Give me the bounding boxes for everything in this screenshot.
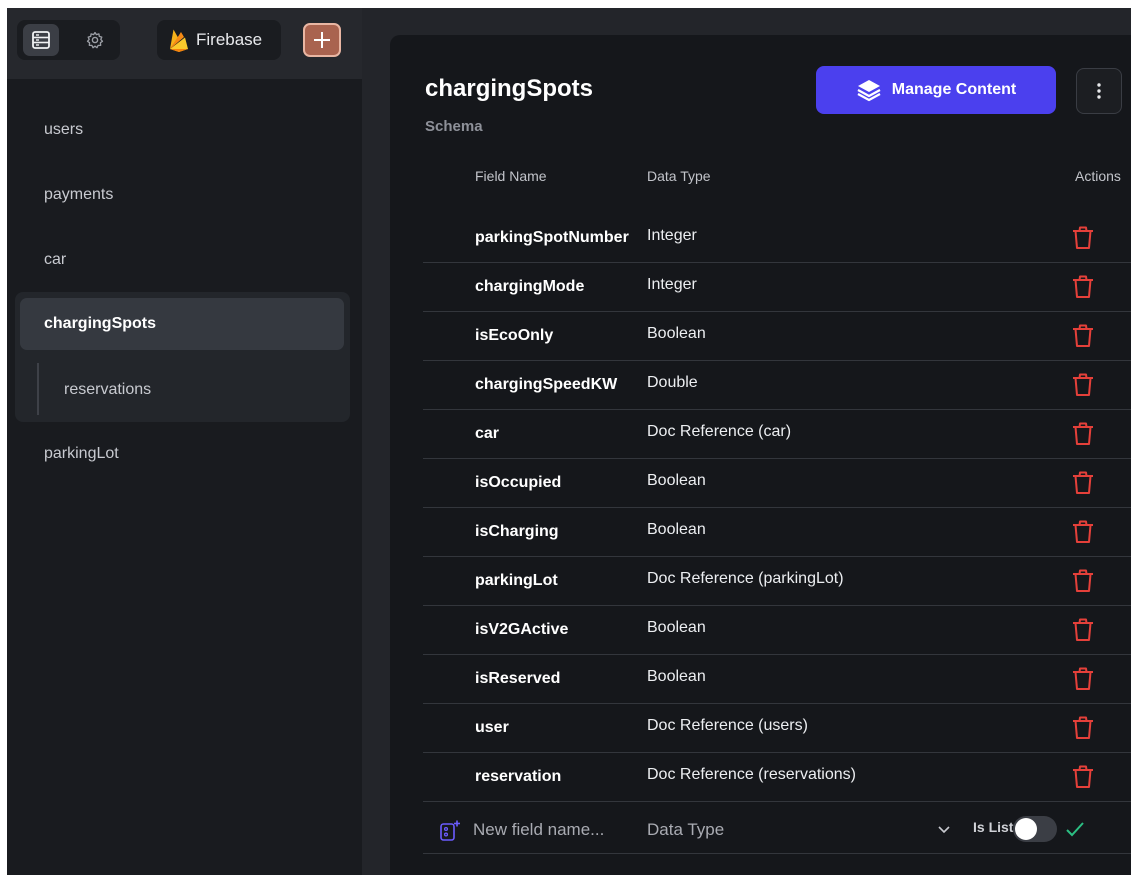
sidebar-item-users[interactable]: users [44,121,83,139]
sidebar-item-payments[interactable]: payments [44,186,113,204]
more-vertical-icon [1097,83,1101,99]
delete-icon[interactable] [1071,372,1095,398]
field-name: car [475,425,500,442]
table-row[interactable]: isCharging Boolean [423,508,1131,557]
column-header-field-name: Field Name [475,168,547,184]
field-type: Boolean [647,325,706,342]
delete-icon[interactable] [1071,274,1095,300]
table-row[interactable]: parkingLot Doc Reference (parkingLot) [423,557,1131,606]
confirm-check-icon[interactable] [1063,817,1087,841]
field-name: isReserved [475,670,561,687]
delete-icon[interactable] [1071,568,1095,594]
field-name: reservation [475,768,562,785]
firebase-label: Firebase [196,30,263,49]
field-name: isOccupied [475,474,562,491]
table-row[interactable]: parkingSpotNumber Integer [423,214,1131,263]
delete-icon[interactable] [1071,225,1095,251]
schema-panel: chargingSpots Schema Manage Content Fiel… [390,35,1131,875]
table-row[interactable]: isEcoOnly Boolean [423,312,1131,361]
field-type: Doc Reference (car) [647,423,792,440]
field-name: chargingSpeedKW [475,376,618,393]
sidebar-item-car[interactable]: car [44,251,66,269]
delete-icon[interactable] [1071,519,1095,545]
delete-icon[interactable] [1071,323,1095,349]
manage-content-label: Manage Content [891,81,1017,98]
table-row[interactable]: reservation Doc Reference (reservations) [423,753,1131,802]
field-type: Integer [647,227,697,244]
manage-content-button[interactable]: Manage Content [816,66,1056,114]
delete-icon[interactable] [1071,617,1095,643]
column-header-data-type: Data Type [647,168,711,184]
data-type-select[interactable]: Data Type [647,817,951,843]
app-window: Firebase users payments car chargingSpot… [7,8,1131,875]
delete-icon[interactable] [1071,764,1095,790]
is-list-label: Is List [973,819,1014,835]
sidebar-item-label: chargingSpots [44,315,157,332]
field-type: Boolean [647,668,706,685]
view-toggle [17,20,120,60]
field-type: Doc Reference (users) [647,717,808,734]
more-options-button[interactable] [1076,68,1122,114]
subcollection-divider [37,363,39,415]
delete-icon[interactable] [1071,470,1095,496]
table-row[interactable]: chargingMode Integer [423,263,1131,312]
schema-view-button[interactable] [23,24,59,56]
layers-icon [857,80,881,102]
column-header-actions: Actions [1075,168,1121,184]
firebase-icon [170,29,188,52]
field-name: parkingLot [475,572,558,589]
sidebar-item-reservations[interactable]: reservations [64,381,151,399]
field-type: Double [647,374,698,391]
field-name: user [475,719,509,736]
sidebar-topbar: Firebase [7,8,362,79]
sidebar: Firebase users payments car chargingSpot… [7,8,362,875]
field-name: chargingMode [475,278,585,295]
sidebar-item-chargingspots[interactable]: chargingSpots [20,298,344,350]
new-field-name-input[interactable] [473,817,633,843]
field-name: isEcoOnly [475,327,554,344]
add-field-icon [440,820,460,841]
chevron-down-icon [938,826,950,834]
field-type: Boolean [647,521,706,538]
firebase-button[interactable]: Firebase [157,20,281,60]
toggle-knob [1015,818,1037,840]
new-field-row: Data Type Is List [423,805,1131,854]
gear-icon [86,31,104,49]
field-type: Integer [647,276,697,293]
table-row[interactable]: car Doc Reference (car) [423,410,1131,459]
delete-icon[interactable] [1071,421,1095,447]
add-collection-button[interactable] [303,23,341,57]
field-name: parkingSpotNumber [475,229,629,246]
page-subtitle: Schema [425,118,483,135]
table-row[interactable]: isV2GActive Boolean [423,606,1131,655]
delete-icon[interactable] [1071,666,1095,692]
table-row[interactable]: chargingSpeedKW Double [423,361,1131,410]
delete-icon[interactable] [1071,715,1095,741]
field-name: isCharging [475,523,559,540]
data-type-placeholder: Data Type [647,820,725,839]
field-type: Doc Reference (reservations) [647,766,856,783]
sidebar-item-parkinglot[interactable]: parkingLot [44,445,119,463]
plus-icon [314,32,330,48]
table-row[interactable]: isOccupied Boolean [423,459,1131,508]
table-row[interactable]: user Doc Reference (users) [423,704,1131,753]
field-type: Boolean [647,619,706,636]
is-list-toggle[interactable] [1013,816,1057,842]
field-name: isV2GActive [475,621,569,638]
field-type: Boolean [647,472,706,489]
settings-button[interactable] [77,24,113,56]
field-type: Doc Reference (parkingLot) [647,570,844,587]
table-row[interactable]: isReserved Boolean [423,655,1131,704]
page-title: chargingSpots [425,75,594,102]
database-icon [32,31,50,49]
